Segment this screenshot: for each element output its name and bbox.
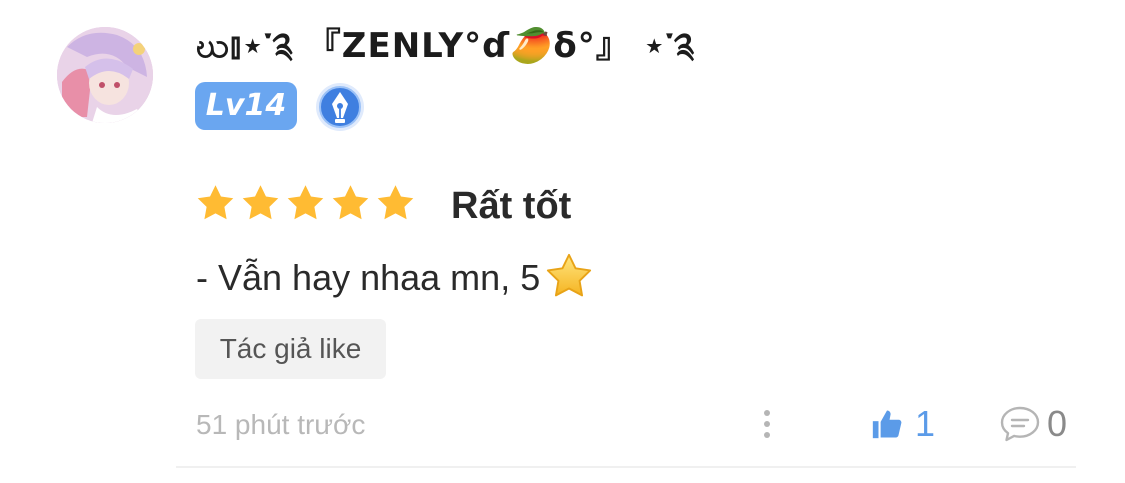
avatar[interactable]: [57, 27, 153, 123]
more-vertical-icon: [764, 410, 770, 438]
rating-stars: [195, 181, 416, 229]
username[interactable]: ဃ⫾⋆་༉ 『ZENLY°ɗ🥭δ°』 ⋆་༉: [196, 22, 696, 70]
star-icon: [197, 185, 234, 220]
star-icon: [332, 185, 369, 220]
thumbs-up-icon: [872, 410, 902, 439]
review-card: ဃ⫾⋆་༉ 『ZENLY°ɗ🥭δ°』 ⋆་༉ Lv14 Rất tốt - Vẫ…: [0, 0, 1125, 483]
comment-text: - Vẫn hay nhaa mn, 5: [196, 252, 594, 304]
author-like-tag: Tác giả like: [195, 319, 386, 379]
comment-count: 0: [1047, 403, 1068, 444]
more-options-button[interactable]: [752, 406, 782, 442]
avatar-image: [57, 27, 153, 123]
star-icon: [377, 185, 414, 220]
timestamp: 51 phút trước: [196, 409, 366, 440]
star-icon: [287, 185, 324, 220]
reply-button[interactable]: 0: [999, 402, 1067, 446]
star-emoji-icon: [547, 253, 592, 297]
star-icon: [242, 185, 279, 220]
comment-body: - Vẫn hay nhaa mn, 5: [196, 257, 541, 298]
like-count: 1: [915, 403, 936, 444]
rating-label: Rất tốt: [451, 185, 572, 227]
divider: [176, 466, 1076, 468]
comment-bubble-icon: [1000, 406, 1040, 442]
level-badge: Lv14: [195, 82, 297, 130]
pen-nib-badge-icon: [315, 82, 365, 132]
like-button[interactable]: 1: [869, 402, 935, 446]
